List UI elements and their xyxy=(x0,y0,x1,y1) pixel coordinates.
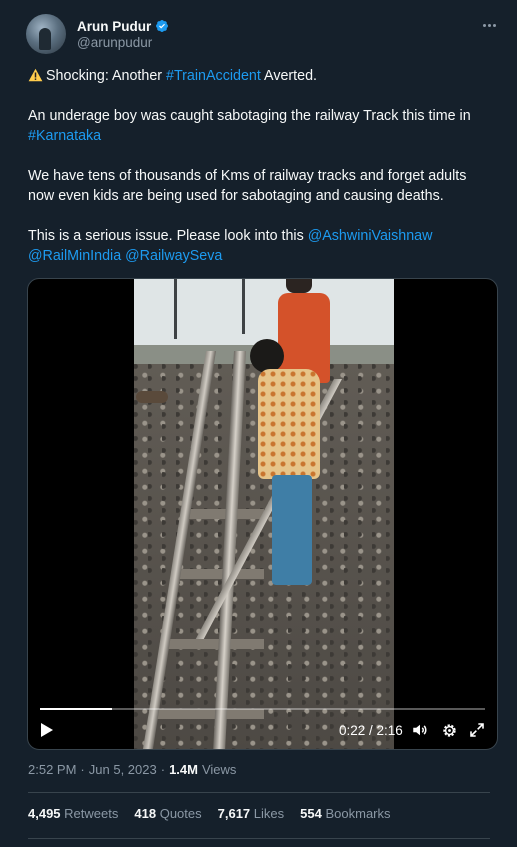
quotes-count: 418 xyxy=(134,806,157,821)
author-handle[interactable]: @arunpudur xyxy=(77,35,152,50)
likes-label: Likes xyxy=(253,806,285,821)
tweet-paragraph-2: An underage boy was caught sabotaging th… xyxy=(28,106,490,146)
hashtag-karnataka[interactable]: #Karnataka xyxy=(28,128,101,144)
play-button[interactable] xyxy=(40,719,58,741)
tweet-meta: 2:52 PM · Jun 5, 2023 · 1.4M Views xyxy=(28,762,236,777)
quotes-stat[interactable]: 418 Quotes xyxy=(134,806,201,821)
mention-railminindia[interactable]: @RailMinIndia xyxy=(28,248,121,264)
tweet-date[interactable]: Jun 5, 2023 xyxy=(89,762,157,777)
video-progress-fill xyxy=(40,708,113,710)
bookmarks-stat[interactable]: 554 Bookmarks xyxy=(300,806,390,821)
author-name[interactable]: Arun Pudur xyxy=(77,19,151,34)
video-player[interactable]: 0:22 / 2:16 xyxy=(27,278,498,750)
retweets-count: 4,495 xyxy=(28,806,61,821)
tweet-paragraph-4-text: This is a serious issue. Please look int… xyxy=(28,228,308,244)
volume-button[interactable] xyxy=(411,719,431,741)
tweet-paragraph-2-text: An underage boy was caught sabotaging th… xyxy=(28,108,471,124)
fullscreen-button[interactable] xyxy=(469,719,487,741)
meta-separator: · xyxy=(160,762,166,777)
divider xyxy=(28,838,490,839)
divider xyxy=(28,792,490,793)
settings-button[interactable] xyxy=(441,719,461,741)
author-name-row: Arun Pudur xyxy=(77,17,169,35)
more-options-icon[interactable] xyxy=(478,14,500,36)
views-label: Views xyxy=(201,762,237,777)
bookmarks-label: Bookmarks xyxy=(325,806,391,821)
tweet-header: Arun Pudur @arunpudur xyxy=(26,14,504,56)
tweet-paragraph-4: This is a serious issue. Please look int… xyxy=(28,226,490,266)
gear-icon xyxy=(443,723,456,737)
mention-railwayseva[interactable]: @RailwaySeva xyxy=(125,248,222,264)
tweet-line-1-suffix: Averted. xyxy=(260,68,318,84)
video-progress-bar[interactable] xyxy=(40,708,485,710)
retweets-stat[interactable]: 4,495 Retweets xyxy=(28,806,118,821)
tweet-paragraph-3: We have tens of thousands of Kms of rail… xyxy=(28,168,467,204)
play-icon xyxy=(41,723,53,737)
video-frame xyxy=(134,279,394,749)
retweets-label: Retweets xyxy=(64,806,119,821)
hashtag-trainaccident[interactable]: #TrainAccident xyxy=(166,68,261,84)
mention-ashwinivaishnaw[interactable]: @AshwiniVaishnaw xyxy=(308,228,433,244)
volume-icon xyxy=(413,724,427,736)
tweet-time[interactable]: 2:52 PM xyxy=(28,762,76,777)
fullscreen-icon xyxy=(470,723,484,737)
tweet-text: Shocking: Another #TrainAccident Averted… xyxy=(28,66,490,266)
avatar[interactable] xyxy=(26,14,66,54)
likes-stat[interactable]: 7,617 Likes xyxy=(218,806,285,821)
views-count: 1.4M xyxy=(169,762,198,777)
bookmarks-count: 554 xyxy=(300,806,322,821)
tweet-line-1: Shocking: Another #TrainAccident Averted… xyxy=(28,66,490,86)
meta-separator: · xyxy=(80,762,85,777)
quotes-label: Quotes xyxy=(159,806,202,821)
tweet-line-1-prefix: Shocking: Another xyxy=(46,68,167,84)
video-time: 0:22 / 2:16 xyxy=(339,722,403,738)
likes-count: 7,617 xyxy=(217,806,251,821)
engagement-stats: 4,495 Retweets 418 Quotes 7,617 Likes 55… xyxy=(28,806,391,821)
warning-icon xyxy=(28,68,43,82)
verified-badge-icon xyxy=(156,20,169,32)
